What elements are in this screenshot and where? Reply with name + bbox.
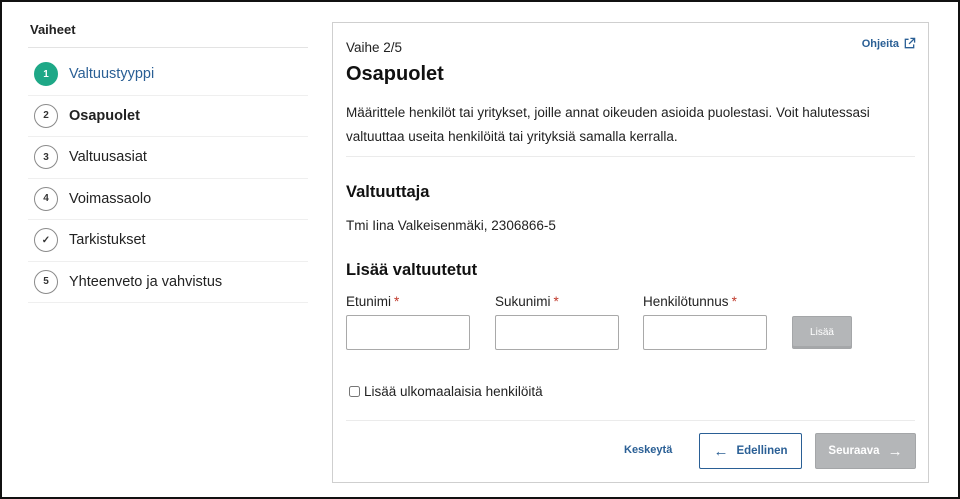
arrow-right-icon: → <box>887 442 903 460</box>
step-label: Valtuusasiat <box>69 149 147 166</box>
foreign-persons-option[interactable]: Lisää ulkomaalaisia henkilöitä <box>349 384 543 399</box>
step-yhteenveto[interactable]: 5 Yhteenveto ja vahvistus <box>28 262 308 303</box>
foreign-persons-checkbox[interactable] <box>349 386 360 397</box>
step-label: Yhteenveto ja vahvistus <box>69 273 223 290</box>
required-marker: * <box>553 294 559 309</box>
help-link-label: Ohjeita <box>861 37 899 50</box>
personal-id-field: Henkilötunnus * <box>643 294 767 350</box>
step-tarkistukset[interactable]: ✓ Tarkistukset <box>28 220 308 262</box>
step-number-badge: 5 <box>34 269 58 294</box>
steps-list: 1 Valtuustyyppi 2 Osapuolet 3 Valtuusasi… <box>28 54 308 303</box>
step-valtuustyyppi[interactable]: 1 Valtuustyyppi <box>28 54 308 96</box>
divider <box>346 156 915 157</box>
add-authorized-heading: Lisää valtuutetut <box>346 261 478 279</box>
first-name-label: Etunimi * <box>346 294 470 309</box>
step-number-badge: 1 <box>34 62 58 87</box>
personal-id-input[interactable] <box>643 315 767 350</box>
step-number-badge: 3 <box>34 145 58 170</box>
step-indicator: Vaihe 2/5 <box>346 40 403 55</box>
required-marker: * <box>731 294 737 309</box>
checkmark-icon: ✓ <box>34 228 58 253</box>
step-label: Tarkistukset <box>69 232 146 249</box>
authorizer-value: Tmi Iina Valkeisenmäki, 2306866-5 <box>346 218 556 233</box>
required-marker: * <box>394 294 400 309</box>
intro-text: Määrittele henkilöt tai yritykset, joill… <box>346 105 870 144</box>
foreign-persons-label: Lisää ulkomaalaisia henkilöitä <box>364 384 543 399</box>
personal-id-label-text: Henkilötunnus <box>643 294 729 309</box>
next-button[interactable]: Seuraava → <box>815 433 916 469</box>
last-name-field: Sukunimi * <box>495 294 619 350</box>
previous-button[interactable]: ← Edellinen <box>699 433 802 469</box>
step-number-badge: 2 <box>34 103 58 128</box>
external-link-icon <box>904 37 916 49</box>
first-name-input[interactable] <box>346 315 470 350</box>
last-name-label-text: Sukunimi <box>495 294 551 309</box>
step-number-badge: 4 <box>34 186 58 211</box>
add-button[interactable]: Lisää <box>792 316 852 349</box>
footer-divider <box>346 420 915 421</box>
previous-button-label: Edellinen <box>736 445 788 457</box>
help-link[interactable]: Ohjeita <box>862 37 916 50</box>
step-valtuusasiat[interactable]: 3 Valtuusasiat <box>28 137 308 179</box>
step-label: Voimassaolo <box>69 190 152 207</box>
first-name-label-text: Etunimi <box>346 294 392 309</box>
sidebar-heading: Vaiheet <box>28 16 308 48</box>
step-label: Valtuustyyppi <box>69 66 155 83</box>
first-name-field: Etunimi * <box>346 294 470 350</box>
authorizer-heading: Valtuuttaja <box>346 183 430 201</box>
last-name-label: Sukunimi * <box>495 294 619 309</box>
last-name-input[interactable] <box>495 315 619 350</box>
step-label: Osapuolet <box>69 107 140 124</box>
arrow-left-icon: ← <box>713 442 729 460</box>
page-title: Osapuolet <box>346 63 444 85</box>
personal-id-label: Henkilötunnus * <box>643 294 767 309</box>
main-panel: Vaihe 2/5 Ohjeita Osapuolet Määrittele h… <box>332 22 929 483</box>
next-button-label: Seuraava <box>828 445 880 457</box>
step-voimassaolo[interactable]: 4 Voimassaolo <box>28 179 308 220</box>
step-osapuolet[interactable]: 2 Osapuolet <box>28 96 308 137</box>
steps-sidebar: Vaiheet 1 Valtuustyyppi 2 Osapuolet 3 Va… <box>28 16 308 303</box>
cancel-link[interactable]: Keskeytä <box>624 444 672 456</box>
app-window: Vaiheet 1 Valtuustyyppi 2 Osapuolet 3 Va… <box>0 0 960 499</box>
